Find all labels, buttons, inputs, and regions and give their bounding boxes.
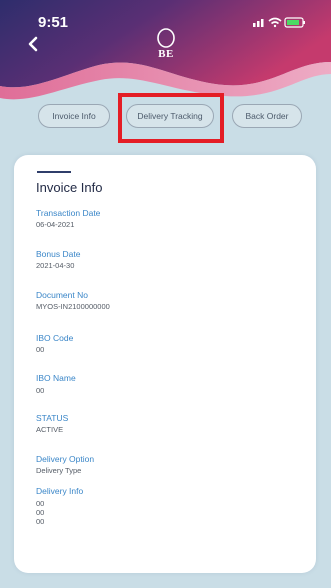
back-chevron-icon[interactable] bbox=[24, 34, 44, 54]
field-value-status: ACTIVE bbox=[36, 425, 64, 434]
field-label-ibo-code: IBO Code bbox=[36, 333, 74, 343]
brand-logo: BE bbox=[148, 26, 184, 66]
tab-invoice-info[interactable]: Invoice Info bbox=[38, 104, 110, 128]
field-value-document-no: MYOS-IN2100000000 bbox=[36, 302, 110, 311]
field-label-ibo-name: IBO Name bbox=[36, 373, 76, 383]
field-value-delivery-info-2: 00 bbox=[36, 508, 45, 517]
field-label-status: STATUS bbox=[36, 413, 69, 423]
wifi-icon bbox=[268, 17, 282, 28]
field-value-ibo-name: 00 bbox=[36, 386, 45, 395]
field-value-delivery-info-3: 00 bbox=[36, 517, 45, 526]
signal-icon bbox=[253, 19, 264, 27]
invoice-info-card: Invoice Info Transaction Date 06-04-2021… bbox=[14, 155, 316, 573]
title-underline bbox=[37, 171, 71, 173]
field-value-delivery-option: Delivery Type bbox=[36, 466, 82, 475]
field-label-document-no: Document No bbox=[36, 290, 88, 300]
highlight-box bbox=[118, 93, 224, 143]
logo-text: BE bbox=[158, 48, 174, 60]
field-label-transaction-date: Transaction Date bbox=[36, 208, 101, 218]
status-time: 9:51 bbox=[38, 14, 69, 31]
card-title: Invoice Info bbox=[36, 180, 103, 195]
field-value-transaction-date: 06-04-2021 bbox=[36, 220, 75, 229]
tab-back-order[interactable]: Back Order bbox=[232, 104, 302, 128]
field-label-delivery-info: Delivery Info bbox=[36, 486, 84, 496]
status-icons bbox=[249, 13, 309, 31]
field-label-delivery-option: Delivery Option bbox=[36, 454, 95, 464]
field-value-bonus-date: 2021-04-30 bbox=[36, 261, 75, 270]
field-value-delivery-info-1: 00 bbox=[36, 499, 45, 508]
battery-icon bbox=[284, 17, 305, 28]
invoice-screen: 9:51 BE Invoice Info Delivery Tracking B… bbox=[0, 0, 331, 588]
field-label-bonus-date: Bonus Date bbox=[36, 249, 81, 259]
field-value-ibo-code: 00 bbox=[36, 345, 45, 354]
